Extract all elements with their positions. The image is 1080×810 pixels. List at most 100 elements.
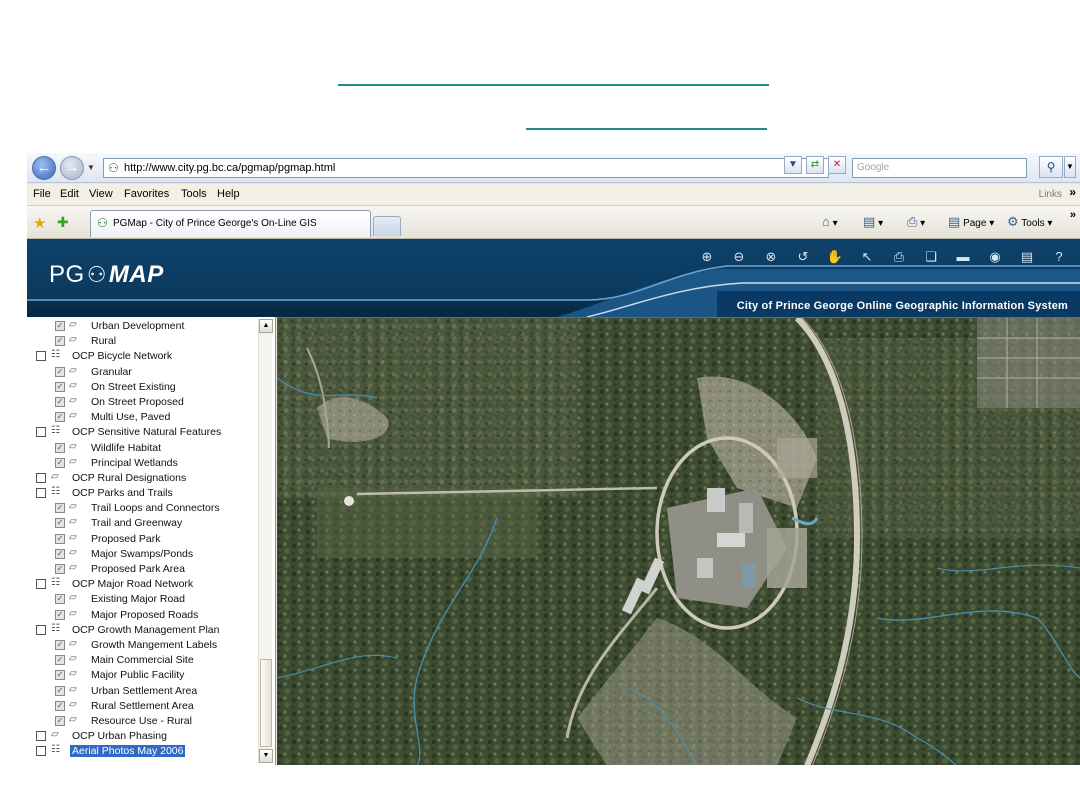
layer-checkbox[interactable]: ✓ [55,321,65,331]
layer-row[interactable]: ✓ ▱ On Street Existing [27,380,257,395]
layer-row[interactable]: ✓ ▱ Trail Loops and Connectors [27,501,257,516]
layer-row[interactable]: ✓ ▱ Wildlife Habitat [27,441,257,456]
layer-row[interactable]: ✓ ▱ Granular [27,365,257,380]
address-input[interactable]: ⚇ http://www.city.pg.bc.ca/pgmap/pgmap.h… [103,158,829,178]
layer-row[interactable]: ✓ ▱ Resource Use - Rural [27,714,257,729]
layer-checkbox[interactable]: ✓ [55,685,65,696]
layer-row[interactable]: ▱ OCP Rural Designations [27,471,257,486]
home-button[interactable]: ⌂ ▾ [822,214,838,229]
stop-button[interactable]: ✕ [828,156,846,174]
page-menu-button[interactable]: ▤ Page ▾ [948,214,994,230]
layer-row[interactable]: ✓ ▱ Major Public Facility [27,668,257,683]
layer-row[interactable]: ☷ OCP Parks and Trails [27,486,257,501]
help-icon[interactable]: ? [1049,248,1069,266]
layer-checkbox[interactable]: ✓ [55,457,65,468]
layer-row[interactable]: ✓ ▱ Multi Use, Paved [27,410,257,425]
chevron-right-icon[interactable]: » [1069,185,1076,199]
zoom-in-icon[interactable]: ⊕ [697,248,717,266]
menu-favorites[interactable]: Favorites [124,188,169,200]
print-button[interactable]: ⎙ ▾ [907,214,925,230]
search-input[interactable]: Google [852,158,1027,178]
search-button[interactable]: ⚲ [1039,156,1063,178]
layer-row[interactable]: ✓ ▱ Main Commercial Site [27,653,257,668]
layer-checkbox[interactable]: ✓ [55,412,65,423]
layer-checkbox[interactable] [36,731,46,742]
scroll-up-button[interactable]: ▲ [259,319,273,333]
layer-checkbox[interactable]: ✓ [55,700,65,711]
layer-row[interactable]: ☷ Aerial Photos May 2006 [27,744,257,759]
layer-checkbox[interactable] [36,472,46,483]
layer-checkbox[interactable]: ✓ [55,594,65,605]
links-toolbar[interactable]: Links [1039,189,1062,200]
layer-row[interactable]: ✓ ▱ Existing Major Road [27,592,257,607]
layer-row[interactable]: ✓ ▱ Rural [27,334,257,349]
layer-checkbox[interactable] [36,746,46,757]
layer-row[interactable]: ✓ ▱ Trail and Greenway [27,516,257,531]
layer-checkbox[interactable]: ✓ [55,655,65,666]
back-button[interactable]: ← [32,156,56,180]
tools-menu-button[interactable]: ⚙ Tools ▾ [1007,214,1052,230]
menu-help[interactable]: Help [217,188,240,200]
layer-row[interactable]: ✓ ▱ Urban Development [27,319,257,334]
layer-row[interactable]: ☷ OCP Bicycle Network [27,349,257,364]
layer-row[interactable]: ✓ ▱ Rural Settlement Area [27,699,257,714]
layer-checkbox[interactable]: ✓ [55,609,65,620]
chevron-right-icon[interactable]: » [1070,209,1076,221]
layer-row[interactable]: ✓ ▱ Proposed Park Area [27,562,257,577]
zoom-out-icon[interactable]: ⊖ [729,248,749,266]
layer-checkbox[interactable]: ✓ [55,670,65,681]
recent-pages-dropdown[interactable]: ▼ [87,163,97,173]
layer-row[interactable]: ✓ ▱ Urban Settlement Area [27,684,257,699]
zoom-full-icon[interactable]: ⊗ [761,248,781,266]
menu-tools[interactable]: Tools [181,188,207,200]
layer-row[interactable]: ✓ ▱ Major Proposed Roads [27,608,257,623]
menu-view[interactable]: View [89,188,113,200]
add-favorite-icon[interactable]: ✚ [57,214,69,231]
layer-row[interactable]: ✓ ▱ Major Swamps/Ponds [27,547,257,562]
layer-checkbox[interactable]: ✓ [55,639,65,650]
layer-checkbox[interactable]: ✓ [55,396,65,407]
layer-checkbox[interactable]: ✓ [55,366,65,377]
report-icon[interactable]: ▤ [1017,248,1037,266]
layer-row[interactable]: ▱ OCP Urban Phasing [27,729,257,744]
search-options-button[interactable]: ▼ [1064,156,1076,178]
aerial-map[interactable] [277,317,1080,765]
layer-row[interactable]: ☷ OCP Major Road Network [27,577,257,592]
layer-checkbox[interactable] [36,624,46,635]
select-pointer-icon[interactable]: ↖ [857,248,877,266]
layer-row[interactable]: ✓ ▱ Growth Mangement Labels [27,638,257,653]
menu-file[interactable]: File [33,188,51,200]
refresh-button[interactable]: ⇄ [806,156,824,174]
scroll-down-button[interactable]: ▼ [259,749,273,763]
measure-icon[interactable]: ▬ [953,248,973,266]
layer-row[interactable]: ☷ OCP Growth Management Plan [27,623,257,638]
layer-checkbox[interactable] [36,351,46,362]
layer-checkbox[interactable]: ✓ [55,548,65,559]
forward-button[interactable]: → [60,156,84,180]
zoom-previous-icon[interactable]: ↺ [793,248,813,266]
menu-edit[interactable]: Edit [60,188,79,200]
copy-icon[interactable]: ❏ [921,248,941,266]
layer-checkbox[interactable]: ✓ [55,381,65,392]
layer-scrollbar[interactable]: ▲ ▼ [258,319,273,763]
print-icon[interactable]: ⎙ [889,248,909,266]
layer-checkbox[interactable]: ✓ [55,533,65,544]
layer-checkbox[interactable] [36,579,46,590]
new-tab-button[interactable] [373,216,401,236]
layer-checkbox[interactable]: ✓ [55,336,65,347]
feeds-button[interactable]: ▤ ▾ [863,214,883,230]
find-binoculars-icon[interactable]: ◉ [985,248,1005,266]
layer-checkbox[interactable]: ✓ [55,564,65,574]
layer-row[interactable]: ✓ ▱ On Street Proposed [27,395,257,410]
layer-checkbox[interactable] [36,427,46,438]
layer-checkbox[interactable]: ✓ [55,442,65,453]
layer-row[interactable]: ✓ ▱ Principal Wetlands [27,456,257,471]
layer-checkbox[interactable]: ✓ [55,518,65,529]
address-dropdown-button[interactable]: ▼ [784,156,802,174]
layer-checkbox[interactable]: ✓ [55,503,65,514]
layer-checkbox[interactable]: ✓ [55,715,65,726]
layer-row[interactable]: ☷ OCP Sensitive Natural Features [27,425,257,440]
favorites-star-icon[interactable]: ★ [33,214,46,232]
pan-hand-icon[interactable]: ✋ [825,248,845,266]
scroll-thumb[interactable] [260,659,272,747]
